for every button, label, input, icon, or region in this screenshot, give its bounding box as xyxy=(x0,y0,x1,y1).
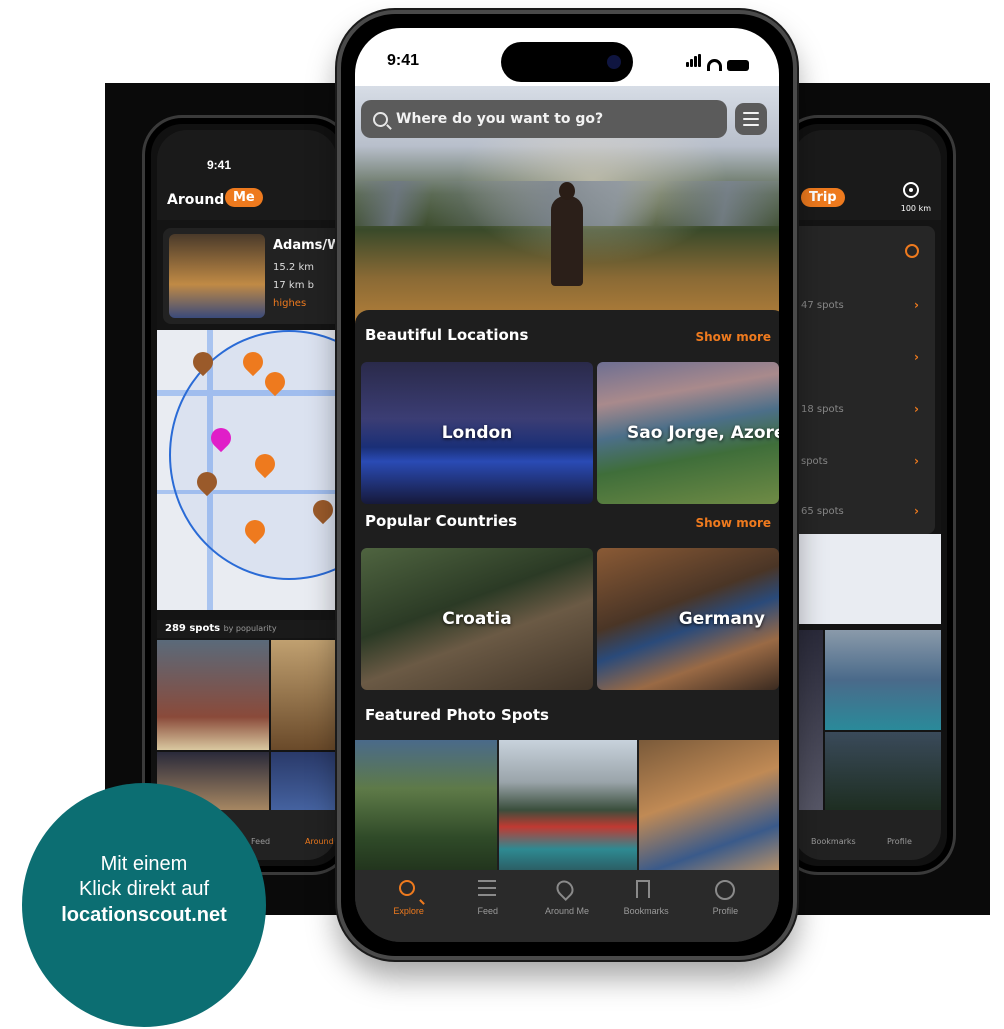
spots-count: 289 spots xyxy=(165,623,221,634)
trip-grid xyxy=(793,630,941,820)
trip-list-panel: 47 spots › › 18 spots › spots › 65 spots… xyxy=(793,226,935,534)
tab-label: Around Me xyxy=(544,906,589,916)
trip-header: Trip 100 km xyxy=(793,130,941,220)
tab-explore[interactable]: Explore xyxy=(374,880,444,942)
section-title-beautiful: Beautiful Locations xyxy=(365,326,529,344)
explore-screen: 9:41 Where do you want to go? Beautiful … xyxy=(355,28,779,942)
phone-around-me: 9:41 Around Me Adams/W 15.2 km 17 km b h… xyxy=(142,115,352,875)
tab-bookmarks[interactable]: Bookmarks xyxy=(611,880,681,942)
trip-row[interactable]: 47 spots xyxy=(801,300,844,311)
featured-spot[interactable] xyxy=(355,740,497,880)
spot-thumb[interactable] xyxy=(793,630,823,820)
search-placeholder: Where do you want to go? xyxy=(396,111,604,127)
radius-label: 100 km xyxy=(900,204,931,213)
show-more-link[interactable]: Show more xyxy=(696,516,772,530)
around-me-header: 9:41 Around Me xyxy=(157,130,337,220)
spot-thumbnail xyxy=(169,234,265,318)
tab-bookmarks[interactable]: Bookmarks xyxy=(811,837,856,846)
promo-badge[interactable]: Mit einem Klick direkt auf locationscout… xyxy=(22,783,266,1027)
chevron-right-icon[interactable]: › xyxy=(914,350,919,364)
tab-bar: Bookmarks Profile xyxy=(793,810,941,860)
trip-map[interactable] xyxy=(793,534,941,624)
trip-row[interactable]: 65 spots xyxy=(801,506,844,517)
explore-content: Beautiful Locations Show more London Sao… xyxy=(355,310,779,942)
spot-thumb[interactable] xyxy=(271,640,337,750)
show-more-link[interactable]: Show more xyxy=(696,330,772,344)
trip-dropdown[interactable]: Trip xyxy=(801,188,845,207)
spot-thumb[interactable] xyxy=(825,732,941,820)
section-title-featured: Featured Photo Spots xyxy=(365,706,549,724)
feed-icon xyxy=(477,880,498,900)
me-dropdown[interactable]: Me xyxy=(225,188,263,207)
status-time: 9:41 xyxy=(387,52,420,69)
country-tile-croatia[interactable]: Croatia xyxy=(361,548,593,690)
tile-label: Croatia xyxy=(442,609,512,629)
tab-bar: Explore Feed Around Me Bookmarks Profile xyxy=(355,870,779,942)
spots-sort: by popularity xyxy=(223,624,277,633)
status-icons xyxy=(686,52,749,71)
bookmark-icon xyxy=(636,880,651,898)
signal-icon xyxy=(686,52,702,71)
phone-trip: Trip 100 km 47 spots › › 18 spots › spot… xyxy=(778,115,956,875)
search-icon xyxy=(373,111,388,127)
chevron-right-icon[interactable]: › xyxy=(914,504,919,518)
trip-row[interactable]: 18 spots xyxy=(801,404,844,415)
badge-link[interactable]: locationscout.net xyxy=(61,902,227,928)
status-time: 9:41 xyxy=(207,158,232,172)
chevron-right-icon[interactable]: › xyxy=(914,402,919,416)
spot-card[interactable]: Adams/W 15.2 km 17 km b highes xyxy=(163,228,337,324)
wifi-icon xyxy=(707,59,722,71)
featured-spot[interactable] xyxy=(499,740,637,880)
location-tile-azores[interactable]: Sao Jorge, Azores xyxy=(597,362,779,504)
location-tile-london[interactable]: London xyxy=(361,362,593,504)
phone-explore: 9:41 Where do you want to go? Beautiful … xyxy=(337,10,797,960)
chevron-right-icon[interactable]: › xyxy=(914,298,919,312)
badge-line-2: Klick direkt auf xyxy=(78,878,210,900)
around-me-screen: 9:41 Around Me Adams/W 15.2 km 17 km b h… xyxy=(157,130,337,860)
profile-icon xyxy=(715,880,736,900)
featured-spot[interactable] xyxy=(639,740,779,880)
tab-around[interactable]: Around xyxy=(305,837,334,846)
tab-label: Profile xyxy=(712,906,739,916)
section-title-countries: Popular Countries xyxy=(365,512,518,530)
tab-profile[interactable]: Profile xyxy=(887,837,912,846)
spot-thumb[interactable] xyxy=(825,630,941,730)
tab-around-me[interactable]: Around Me xyxy=(532,876,602,942)
trip-screen: Trip 100 km 47 spots › › 18 spots › spot… xyxy=(793,130,941,860)
map-view[interactable] xyxy=(157,330,337,610)
tile-label: London xyxy=(441,423,513,443)
location-pin-icon xyxy=(552,876,577,902)
dynamic-island xyxy=(501,42,633,82)
spot-thumb[interactable] xyxy=(157,640,269,750)
menu-button[interactable] xyxy=(735,103,767,135)
trip-row[interactable]: spots xyxy=(801,456,828,467)
hero-hiker xyxy=(551,182,583,286)
spots-count-bar: 289 spots by popularity xyxy=(157,620,337,638)
tab-label: Explore xyxy=(393,906,424,916)
search-input[interactable]: Where do you want to go? xyxy=(361,100,727,138)
spot-distance: 15.2 km xyxy=(273,262,314,273)
search-icon xyxy=(398,880,415,896)
tile-label: Sao Jorge, Azores xyxy=(627,423,779,443)
tab-feed[interactable]: Feed xyxy=(251,837,270,846)
target-icon[interactable] xyxy=(903,182,919,198)
around-title: Around xyxy=(167,192,225,208)
tab-profile[interactable]: Profile xyxy=(690,880,760,942)
spot-highlight: highes xyxy=(273,298,307,309)
battery-icon xyxy=(727,60,749,71)
country-tile-germany[interactable]: Germany xyxy=(597,548,779,690)
badge-line-1: Mit einem xyxy=(100,853,188,875)
spot-title: Adams/W xyxy=(273,238,337,253)
tab-label: Feed xyxy=(477,906,499,916)
spot-drive: 17 km b xyxy=(273,280,314,291)
hamburger-icon xyxy=(743,112,759,114)
tab-feed[interactable]: Feed xyxy=(453,880,523,942)
chevron-right-icon[interactable]: › xyxy=(914,454,919,468)
status-bar: 9:41 xyxy=(355,28,779,86)
tile-label: Germany xyxy=(678,609,765,629)
camera-icon xyxy=(607,55,621,69)
tab-label: Bookmarks xyxy=(623,906,669,916)
add-icon[interactable] xyxy=(905,244,919,258)
